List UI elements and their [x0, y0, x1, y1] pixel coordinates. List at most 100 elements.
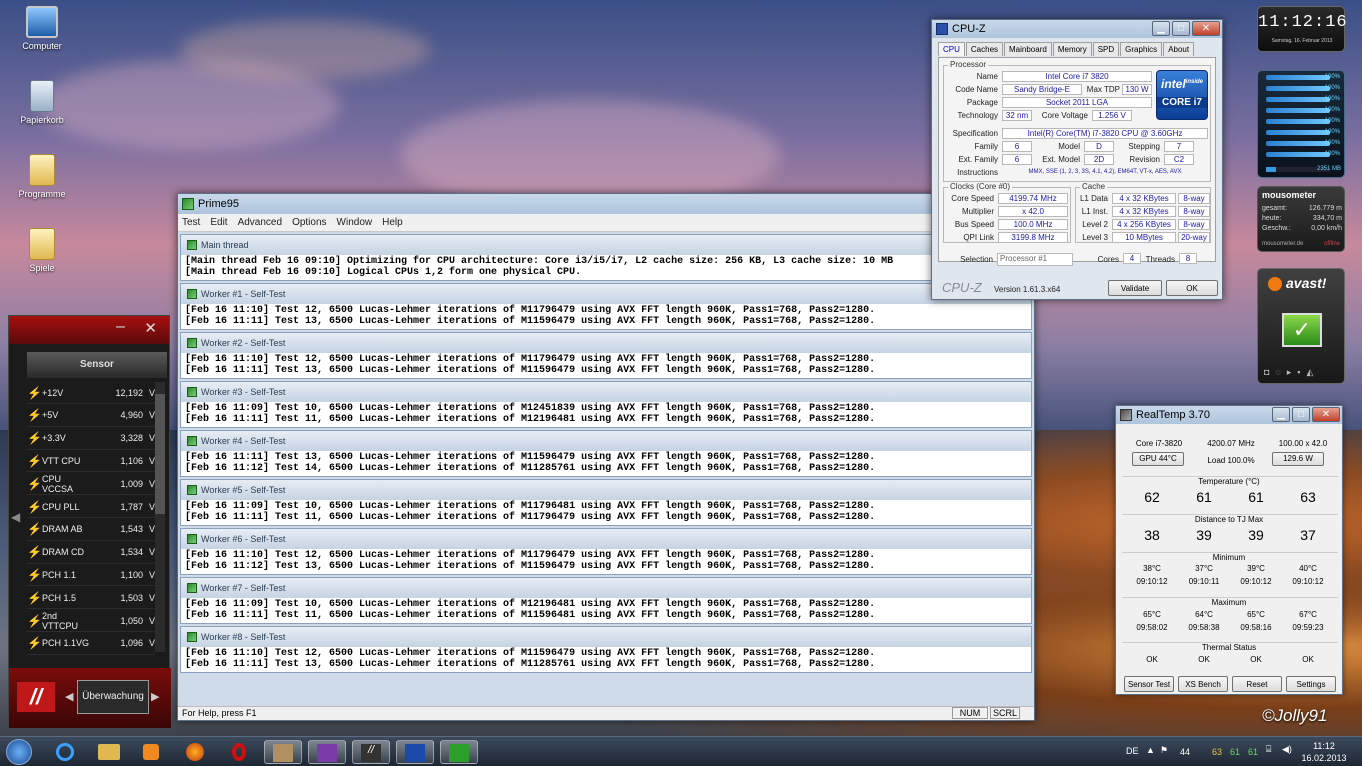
clock-gadget[interactable]: 11:12:16 Samstag, 16. Februar 2013: [1257, 6, 1347, 52]
start-button[interactable]: [6, 739, 32, 765]
worker-pane[interactable]: Main thread [Main thread Feb 16 09:10] Op…: [180, 234, 1032, 281]
sensor-row[interactable]: ⚡ DRAM CD 1,534 V: [27, 542, 155, 564]
menu-help[interactable]: Help: [382, 217, 403, 228]
taskbar-opera[interactable]: [220, 740, 258, 764]
sensor-row[interactable]: ⚡ DRAM AB 1,543 V: [27, 519, 155, 541]
taskbar-media-player[interactable]: [132, 740, 170, 764]
sensor-test-button[interactable]: Sensor Test: [1124, 676, 1174, 692]
tab-memory[interactable]: Memory: [1052, 42, 1092, 56]
worker-pane[interactable]: Worker #8 - Self-Test [Feb 16 11:10] Test…: [180, 626, 1032, 673]
next-arrow-icon[interactable]: ▶: [151, 690, 159, 703]
sensor-row[interactable]: ⚡ +12V 12,192 V: [27, 382, 155, 404]
desktop-icon-recycle-bin[interactable]: Papierkorb: [12, 80, 72, 125]
sensor-row[interactable]: ⚡ PCH 1.1VG 1,096 V: [27, 633, 155, 655]
log-line: [Feb 16 11:12] Test 14, 6500 Lucas-Lehme…: [185, 463, 876, 474]
taskbar-word[interactable]: [396, 740, 434, 764]
ueberwachung-button[interactable]: Überwachung: [77, 680, 149, 714]
sensor-row[interactable]: ⚡ +5V 4,960 V: [27, 405, 155, 427]
scrollbar-thumb[interactable]: [155, 394, 165, 514]
menu-test[interactable]: Test: [182, 217, 200, 228]
desktop-icon-programme[interactable]: Programme: [12, 154, 72, 199]
sensor-unit: V: [148, 569, 155, 580]
sensor-row[interactable]: ⚡ +3.3V 3,328 V: [27, 428, 155, 450]
worker-pane[interactable]: Worker #5 - Self-Test [Feb 16 11:09] Test…: [180, 479, 1032, 526]
worker-pane[interactable]: Worker #1 - Self-Test [Feb 16 11:10] Test…: [180, 283, 1032, 330]
pane-titlebar[interactable]: Worker #6 - Self-Test: [181, 529, 1031, 549]
worker-pane[interactable]: Worker #7 - Self-Test [Feb 16 11:09] Test…: [180, 577, 1032, 624]
sensor-titlebar[interactable]: – ✕: [9, 316, 169, 344]
taskbar-cpuz[interactable]: [308, 740, 346, 764]
taskbar-firefox[interactable]: [176, 740, 214, 764]
taskbar-prime95[interactable]: [440, 740, 478, 764]
tab-cpu[interactable]: CPU: [938, 42, 965, 56]
validate-button[interactable]: Validate: [1108, 280, 1162, 296]
desktop-icon-computer[interactable]: Computer: [12, 6, 72, 51]
close-button[interactable]: ✕: [1312, 407, 1340, 422]
taskbar-date[interactable]: 16.02.2013: [1300, 753, 1348, 763]
taskbar-realtemp[interactable]: [264, 740, 302, 764]
minimize-icon[interactable]: –: [116, 318, 125, 336]
pane-titlebar[interactable]: Worker #8 - Self-Test: [181, 627, 1031, 647]
taskbar-amd-overdrive[interactable]: //: [352, 740, 390, 764]
pane-titlebar[interactable]: Main thread: [181, 235, 1031, 255]
power-button[interactable]: 129.6 W: [1272, 452, 1324, 466]
reset-button[interactable]: Reset: [1232, 676, 1282, 692]
sensor-scrollbar[interactable]: [155, 382, 165, 652]
sensor-row[interactable]: ⚡ VTT CPU 1,106 V: [27, 450, 155, 473]
prime95-titlebar[interactable]: Prime95: [178, 194, 1034, 214]
menu-window[interactable]: Window: [337, 217, 373, 228]
ok-button[interactable]: OK: [1166, 280, 1218, 296]
pane-titlebar[interactable]: Worker #3 - Self-Test: [181, 382, 1031, 402]
desktop-icon-spiele[interactable]: Spiele: [12, 228, 72, 273]
network-icon[interactable]: ⌸: [1266, 744, 1271, 755]
cpu-meter-gadget[interactable]: 100% 100% 100% 100% 100% 100% 100% 100% 2351 MB: [1257, 70, 1345, 178]
sensor-row[interactable]: ⚡ PCH 1.1 1,100 V: [27, 564, 155, 587]
menu-advanced[interactable]: Advanced: [238, 217, 282, 228]
minimize-button[interactable]: ▁: [1272, 407, 1290, 422]
tab-spd[interactable]: SPD: [1092, 42, 1120, 56]
pane-titlebar[interactable]: Worker #4 - Self-Test: [181, 431, 1031, 451]
worker-pane[interactable]: Worker #4 - Self-Test [Feb 16 11:11] Test…: [180, 430, 1032, 477]
sensor-row[interactable]: ⚡ PCH 1.5 1,503 V: [27, 587, 155, 610]
menu-options[interactable]: Options: [292, 217, 326, 228]
tab-about[interactable]: About: [1163, 42, 1195, 56]
tab-caches[interactable]: Caches: [965, 42, 1004, 56]
avast-toolbar-icons[interactable]: ◘◌▸▪◭: [1264, 367, 1319, 378]
taskbar-internet-explorer[interactable]: [46, 740, 84, 764]
sensor-row[interactable]: ⚡ CPU PLL 1,787 V: [27, 496, 155, 518]
sensor-value: 1,100: [120, 569, 143, 580]
maximize-button[interactable]: □: [1172, 21, 1190, 36]
close-icon[interactable]: ✕: [144, 319, 157, 337]
worker-pane[interactable]: Worker #6 - Self-Test [Feb 16 11:10] Test…: [180, 528, 1032, 575]
processor-select[interactable]: Processor #1: [997, 253, 1073, 266]
pane-titlebar[interactable]: Worker #7 - Self-Test: [181, 578, 1031, 598]
volume-icon[interactable]: ◀): [1282, 744, 1292, 755]
avast-gadget[interactable]: avast! ✓ ◘◌▸▪◭: [1257, 268, 1345, 384]
minimize-button[interactable]: ▁: [1152, 21, 1170, 36]
pane-titlebar[interactable]: Worker #2 - Self-Test: [181, 333, 1031, 353]
pane-titlebar[interactable]: Worker #1 - Self-Test: [181, 284, 1031, 304]
tab-graphics[interactable]: Graphics: [1120, 42, 1163, 56]
prime95-icon: [187, 387, 197, 397]
pane-titlebar[interactable]: Worker #5 - Self-Test: [181, 480, 1031, 500]
taskbar-explorer[interactable]: [90, 740, 128, 764]
close-button[interactable]: ✕: [1192, 21, 1220, 36]
xs-bench-button[interactable]: XS Bench: [1178, 676, 1228, 692]
left-arrow-icon[interactable]: ◀: [11, 510, 20, 524]
settings-button[interactable]: Settings: [1286, 676, 1336, 692]
language-indicator[interactable]: DE: [1126, 746, 1139, 756]
gpu-temp-button[interactable]: GPU 44°C: [1132, 452, 1184, 466]
maximize-button[interactable]: □: [1292, 407, 1310, 422]
prev-arrow-icon[interactable]: ◀: [65, 690, 73, 703]
sensor-row[interactable]: ⚡ CPU VCCSA 1,009 V: [27, 473, 155, 496]
mousometer-link[interactable]: mousometer.de: [1262, 241, 1303, 247]
worker-pane[interactable]: Worker #3 - Self-Test [Feb 16 11:09] Test…: [180, 381, 1032, 428]
worker-pane[interactable]: Worker #2 - Self-Test [Feb 16 11:10] Test…: [180, 332, 1032, 379]
mousometer-gadget[interactable]: mousometer gesamt: 126.779 m heute: 334,70 …: [1257, 186, 1345, 252]
menu-edit[interactable]: Edit: [210, 217, 227, 228]
tab-mainboard[interactable]: Mainboard: [1004, 42, 1052, 56]
taskbar-time[interactable]: 11:12: [1304, 741, 1344, 751]
show-hidden-icons[interactable]: ▲: [1146, 745, 1155, 755]
action-center-flag-icon[interactable]: ⚑: [1160, 745, 1168, 756]
sensor-row[interactable]: ⚡ 2nd VTTCPU 1,050 V: [27, 610, 155, 632]
